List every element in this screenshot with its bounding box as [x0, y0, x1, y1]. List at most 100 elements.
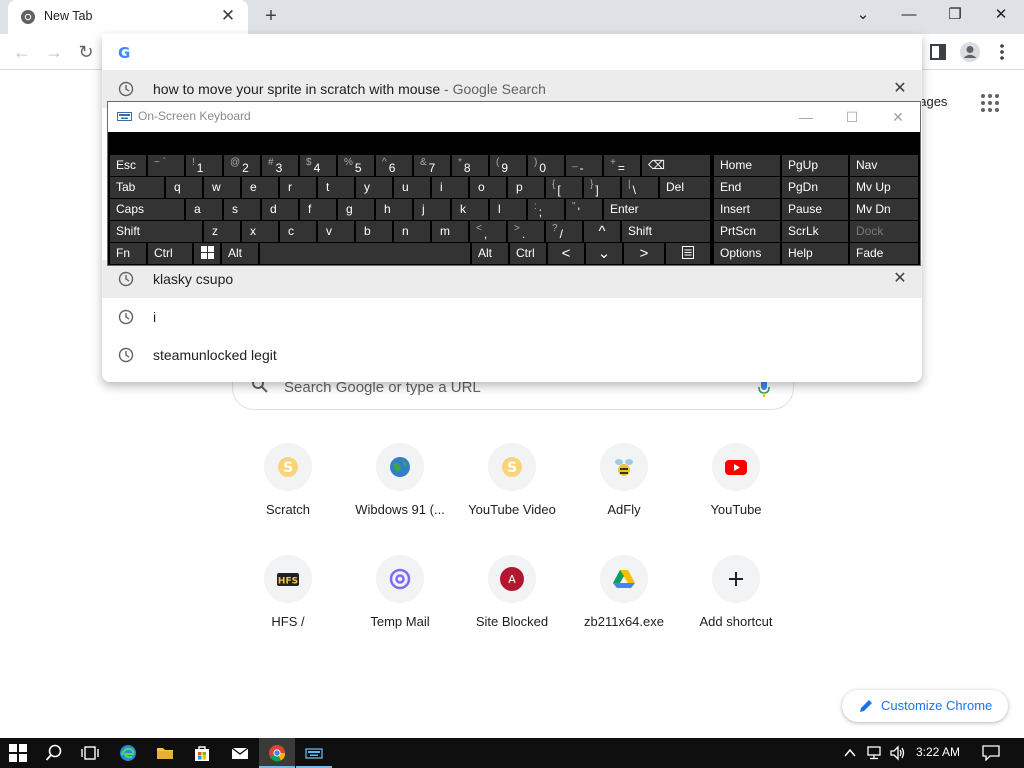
key-shift-left[interactable]: Shift: [110, 221, 202, 242]
remove-suggestion-icon[interactable]: ✕: [890, 79, 910, 99]
key-y[interactable]: y: [356, 177, 392, 198]
shortcut-temp-mail[interactable]: Temp Mail: [344, 555, 456, 665]
key-menu[interactable]: [666, 243, 710, 264]
key-right-bracket[interactable]: }]: [584, 177, 620, 198]
key-l[interactable]: l: [490, 199, 526, 220]
taskbar-search-button[interactable]: [36, 738, 72, 768]
key-slash[interactable]: ? /: [546, 221, 582, 242]
shortcut-youtube[interactable]: YouTube: [680, 443, 792, 553]
new-tab-button[interactable]: +: [260, 5, 282, 27]
key-arrow-right[interactable]: >: [624, 243, 664, 264]
close-window-button[interactable]: ✕: [978, 0, 1024, 30]
back-button[interactable]: ←: [10, 40, 34, 64]
shortcut-site-blocked[interactable]: A Site Blocked: [456, 555, 568, 665]
shortcut-scratch[interactable]: S Scratch: [232, 443, 344, 553]
osk-titlebar[interactable]: On-Screen Keyboard — ☐ ✕: [108, 102, 920, 132]
key-period[interactable]: >.: [508, 221, 544, 242]
key-esc[interactable]: Esc: [110, 155, 146, 176]
volume-icon[interactable]: [889, 745, 907, 761]
key-o[interactable]: o: [470, 177, 506, 198]
key-r[interactable]: r: [280, 177, 316, 198]
key-pgup[interactable]: PgUp: [782, 155, 848, 176]
key-move-up[interactable]: Mv Up: [850, 177, 918, 198]
key-enter[interactable]: Enter: [604, 199, 710, 220]
key-3[interactable]: #3: [262, 155, 298, 176]
key-home[interactable]: Home: [714, 155, 780, 176]
key-prtscn[interactable]: PrtScn: [714, 221, 780, 242]
key-shift-right[interactable]: Shift: [622, 221, 710, 242]
key-9[interactable]: (9: [490, 155, 526, 176]
key-scrlk[interactable]: ScrLk: [782, 221, 848, 242]
key-8[interactable]: * 8: [452, 155, 488, 176]
key-d[interactable]: d: [262, 199, 298, 220]
taskbar-chrome[interactable]: [259, 738, 295, 768]
key-j[interactable]: j: [414, 199, 450, 220]
start-button[interactable]: [0, 738, 36, 768]
key-backslash[interactable]: | \: [622, 177, 658, 198]
profile-avatar-icon[interactable]: [958, 40, 982, 64]
key-p[interactable]: p: [508, 177, 544, 198]
key-move-down[interactable]: Mv Dn: [850, 199, 918, 220]
taskbar-store[interactable]: [184, 738, 220, 768]
key-h[interactable]: h: [376, 199, 412, 220]
forward-button[interactable]: →: [42, 40, 66, 64]
key-comma[interactable]: <,: [470, 221, 506, 242]
remove-suggestion-icon[interactable]: ✕: [890, 269, 910, 289]
key-fade[interactable]: Fade: [850, 243, 918, 264]
key-quote[interactable]: " ': [566, 199, 602, 220]
key-n[interactable]: n: [394, 221, 430, 242]
tab-search-button[interactable]: ⌄: [840, 0, 886, 30]
key-a[interactable]: a: [186, 199, 222, 220]
shortcut-hfs[interactable]: HFS HFS /: [232, 555, 344, 665]
key-nav[interactable]: Nav: [850, 155, 918, 176]
key-7[interactable]: & 7: [414, 155, 450, 176]
key-m[interactable]: m: [432, 221, 468, 242]
key-windows[interactable]: [194, 243, 220, 264]
key-q[interactable]: q: [166, 177, 202, 198]
add-shortcut-button[interactable]: Add shortcut: [680, 555, 792, 665]
key-insert[interactable]: Insert: [714, 199, 780, 220]
key-f[interactable]: f: [300, 199, 336, 220]
shortcut-wibdows-91[interactable]: Wibdows 91 (...: [344, 443, 456, 553]
key-e[interactable]: e: [242, 177, 278, 198]
key-2[interactable]: @2: [224, 155, 260, 176]
key-backspace[interactable]: ⌫: [642, 155, 710, 176]
osk-maximize-button[interactable]: ☐: [832, 104, 872, 130]
key-help[interactable]: Help: [782, 243, 848, 264]
key-ctrl-left[interactable]: Ctrl: [148, 243, 192, 264]
taskbar-file-explorer[interactable]: [147, 738, 183, 768]
google-apps-icon[interactable]: [980, 93, 1000, 113]
key-1[interactable]: ! 1: [186, 155, 222, 176]
key-arrow-left[interactable]: <: [548, 243, 584, 264]
key-fn[interactable]: Fn: [110, 243, 146, 264]
customize-chrome-button[interactable]: Customize Chrome: [842, 690, 1008, 722]
task-view-button[interactable]: [72, 738, 108, 768]
key-ctrl-right[interactable]: Ctrl: [510, 243, 546, 264]
key-pause[interactable]: Pause: [782, 199, 848, 220]
key-w[interactable]: w: [204, 177, 240, 198]
osk-close-button[interactable]: ✕: [878, 104, 918, 130]
key-end[interactable]: End: [714, 177, 780, 198]
taskbar-mail[interactable]: [222, 738, 258, 768]
clock-time[interactable]: 3:22 AM: [916, 745, 960, 759]
key-alt-left[interactable]: Alt: [222, 243, 258, 264]
shortcut-zb211x64[interactable]: zb211x64.exe: [568, 555, 680, 665]
key-z[interactable]: z: [204, 221, 240, 242]
key-minus[interactable]: _ -: [566, 155, 602, 176]
key-semicolon[interactable]: :;: [528, 199, 564, 220]
side-panel-icon[interactable]: [926, 40, 950, 64]
key-pgdn[interactable]: PgDn: [782, 177, 848, 198]
shortcut-adfly[interactable]: AdFly: [568, 443, 680, 553]
tab-new-tab[interactable]: New Tab ✕: [8, 0, 248, 34]
key-space[interactable]: [260, 243, 470, 264]
taskbar-edge[interactable]: [110, 738, 146, 768]
suggestion-item[interactable]: steamunlocked legit: [102, 336, 922, 374]
key-del[interactable]: Del: [660, 177, 710, 198]
restore-button[interactable]: ❐: [932, 0, 978, 30]
key-i[interactable]: i: [432, 177, 468, 198]
key-6[interactable]: ^ 6: [376, 155, 412, 176]
key-0[interactable]: ) 0: [528, 155, 564, 176]
tray-chevron-up-icon[interactable]: [843, 746, 857, 760]
key-k[interactable]: k: [452, 199, 488, 220]
key-4[interactable]: $4: [300, 155, 336, 176]
